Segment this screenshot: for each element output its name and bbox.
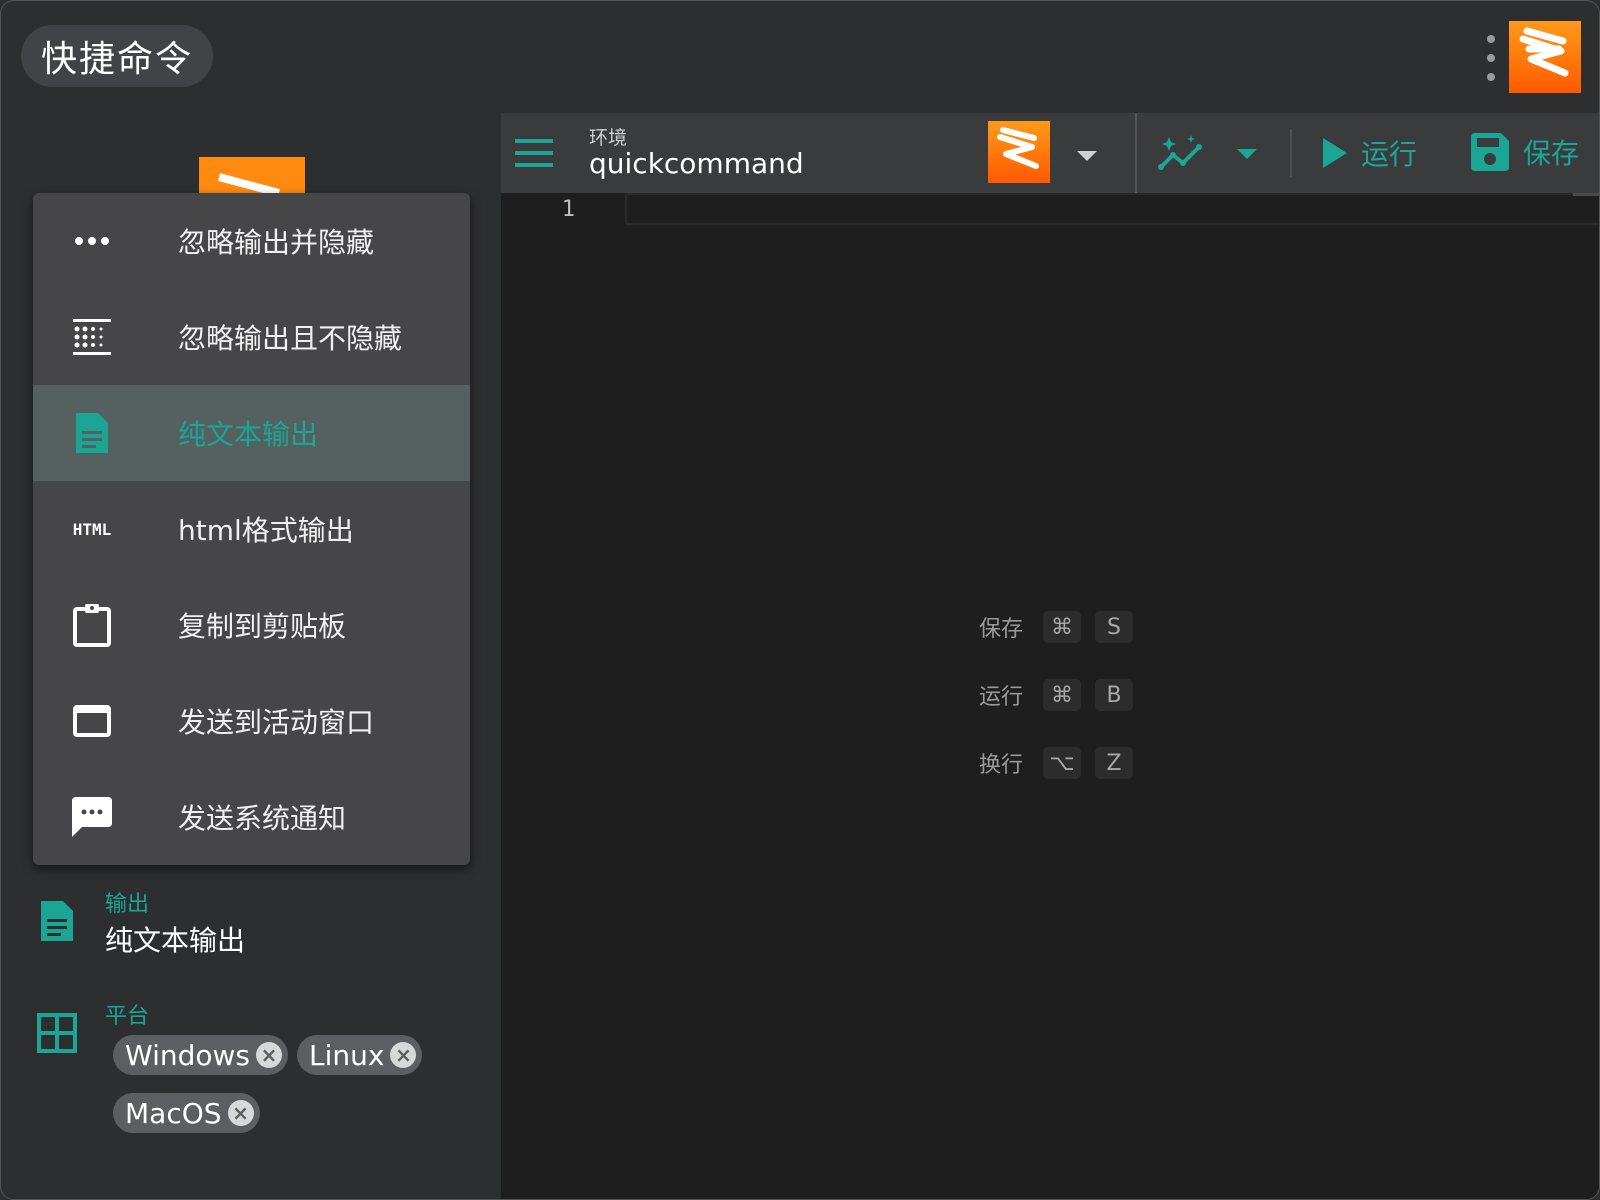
chip-remove-icon[interactable]: × <box>390 1042 417 1068</box>
output-dropdown-menu: 忽略输出并隐藏 忽略输出且不隐藏 纯文本输出 HTML html格式输出 复制到… <box>33 193 470 865</box>
menu-item-ignore-show[interactable]: 忽略输出且不隐藏 <box>33 289 470 385</box>
shortcut-key: Z <box>1095 747 1133 779</box>
save-icon <box>1471 133 1509 171</box>
environment-select[interactable]: quickcommand <box>589 147 804 180</box>
auto-graph-icon[interactable] <box>1157 133 1205 173</box>
menu-item-plain-text[interactable]: 纯文本输出 <box>33 385 470 481</box>
app-logo-icon <box>1509 21 1581 93</box>
platform-chip: Windows × <box>113 1035 288 1075</box>
shortcut-key: ⌘ <box>1043 611 1081 643</box>
environment-label: 环境 <box>589 127 628 149</box>
environment-dropdown-icon[interactable] <box>1077 151 1097 161</box>
html-icon: HTML <box>72 519 112 539</box>
chip-remove-icon[interactable]: × <box>256 1042 282 1068</box>
platform-field-label: 平台 <box>105 1004 150 1029</box>
app-title-chip[interactable]: 快捷命令 <box>21 25 213 87</box>
more-horiz-icon <box>67 216 117 266</box>
more-vert-icon[interactable] <box>1487 35 1495 81</box>
shortcut-key: B <box>1095 679 1133 711</box>
output-select[interactable]: 纯文本输出 <box>105 919 245 959</box>
hamburger-menu-icon[interactable] <box>515 139 553 167</box>
run-label: 运行 <box>1361 138 1418 171</box>
app-window: 快捷命令 环境 quickcommand 运行 保存 1 保存 ⌘ S 运行 ⌘… <box>0 0 1600 1200</box>
platform-chip: Linux × <box>297 1035 423 1075</box>
menu-item-html[interactable]: HTML html格式输出 <box>33 481 470 577</box>
window-icon <box>67 696 117 746</box>
toolbar-divider-2 <box>1290 129 1292 177</box>
clipboard-icon <box>67 600 117 650</box>
shortcut-key: ⌥ <box>1043 747 1081 779</box>
save-button[interactable]: 保存 <box>1471 131 1579 173</box>
text-document-icon <box>67 408 117 458</box>
menu-item-active-window[interactable]: 发送到活动窗口 <box>33 673 470 769</box>
grid-icon <box>37 1013 77 1053</box>
shortcut-hint: 运行 ⌘ B <box>979 679 1147 711</box>
blur-dots-icon <box>67 312 117 362</box>
editor-scrollbar[interactable] <box>1573 193 1599 196</box>
shortcut-hint: 保存 ⌘ S <box>979 611 1147 643</box>
play-icon <box>1323 138 1347 168</box>
chip-remove-icon[interactable]: × <box>227 1100 254 1126</box>
text-document-icon <box>41 901 73 941</box>
shortcut-key: ⌘ <box>1043 679 1081 711</box>
save-label: 保存 <box>1523 137 1580 170</box>
menu-item-notification[interactable]: 发送系统通知 <box>33 769 470 865</box>
platform-chip: MacOS × <box>113 1093 260 1133</box>
graph-dropdown-icon[interactable] <box>1237 149 1257 159</box>
environment-logo-icon <box>988 121 1050 183</box>
toolbar-divider <box>1135 113 1137 193</box>
menu-item-clipboard[interactable]: 复制到剪贴板 <box>33 577 470 673</box>
current-line-highlight <box>625 193 1599 225</box>
line-number: 1 <box>561 197 575 222</box>
output-field-label: 输出 <box>105 892 150 917</box>
shortcut-hint: 换行 ⌥ Z <box>979 747 1147 779</box>
shortcut-hints: 保存 ⌘ S 运行 ⌘ B 换行 ⌥ Z <box>979 611 1147 815</box>
app-title: 快捷命令 <box>40 39 193 80</box>
shortcut-key: S <box>1095 611 1133 643</box>
run-button[interactable]: 运行 <box>1323 133 1417 173</box>
message-icon <box>67 792 117 842</box>
menu-item-ignore-hide[interactable]: 忽略输出并隐藏 <box>33 193 470 289</box>
